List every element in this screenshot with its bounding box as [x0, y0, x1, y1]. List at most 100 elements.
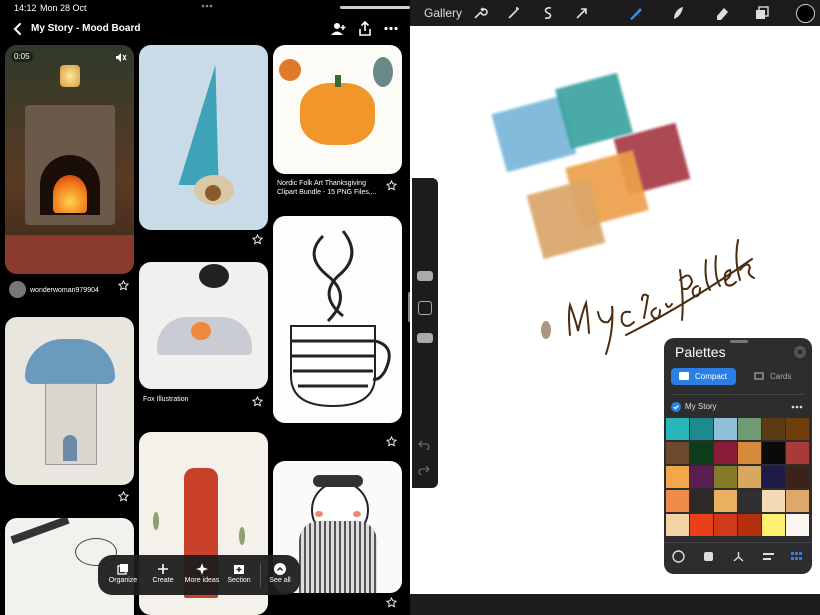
palette-options-icon[interactable]	[791, 405, 803, 409]
disc-mode-icon[interactable]	[672, 550, 685, 563]
swatch-grid	[666, 418, 810, 538]
pen-image	[10, 518, 70, 545]
color-swatch[interactable]	[738, 442, 761, 464]
cards-tab[interactable]: Cards	[740, 368, 805, 385]
palettes-title: Palettes	[675, 344, 726, 360]
fox-image	[191, 322, 211, 340]
back-arrow-icon[interactable]	[11, 22, 25, 36]
section-icon	[234, 565, 244, 574]
color-swatch[interactable]	[714, 442, 737, 464]
color-swatch[interactable]	[762, 490, 785, 512]
gallery-button[interactable]: Gallery	[424, 6, 462, 20]
color-swatch[interactable]	[786, 418, 809, 440]
wrench-icon[interactable]	[472, 5, 488, 21]
star-icon[interactable]	[118, 491, 129, 502]
color-swatch[interactable]	[690, 418, 713, 440]
compact-tab[interactable]: Compact	[671, 368, 736, 385]
pin-pumpkin[interactable]	[273, 45, 402, 174]
bottom-bar	[410, 594, 820, 615]
color-swatch[interactable]	[762, 466, 785, 488]
share-icon[interactable]	[358, 21, 372, 36]
color-swatch[interactable]	[762, 442, 785, 464]
color-swatch[interactable]	[666, 490, 689, 512]
color-swatch[interactable]	[738, 418, 761, 440]
star-icon[interactable]	[118, 280, 129, 291]
color-swatch[interactable]	[690, 490, 713, 512]
color-swatch[interactable]	[714, 466, 737, 488]
smudge-icon[interactable]	[670, 5, 686, 21]
color-swatch[interactable]	[786, 514, 809, 536]
brush-icon[interactable]	[628, 5, 644, 21]
color-swatch[interactable]	[786, 442, 809, 464]
star-icon[interactable]	[252, 234, 263, 245]
checkmark-icon[interactable]	[671, 402, 681, 412]
palettes-mode-icon[interactable]	[790, 550, 803, 563]
color-swatch[interactable]	[690, 442, 713, 464]
pin-fireplace-video[interactable]: 0:05	[5, 45, 134, 274]
status-date: Mon 28 Oct	[40, 3, 87, 13]
color-picker-button[interactable]	[796, 4, 815, 23]
layers-icon[interactable]	[754, 5, 770, 21]
side-toolbar	[412, 178, 438, 488]
panel-grabber[interactable]	[730, 340, 748, 343]
star-icon[interactable]	[386, 180, 397, 191]
mushroom-cap-image	[25, 339, 115, 384]
color-swatch[interactable]	[666, 418, 689, 440]
color-swatch[interactable]	[666, 442, 689, 464]
star-icon[interactable]	[252, 396, 263, 407]
redo-icon[interactable]	[418, 465, 430, 475]
sparkle-icon	[196, 563, 208, 575]
modify-button[interactable]	[418, 301, 432, 315]
color-swatch[interactable]	[786, 490, 809, 512]
more-ideas-button[interactable]: More ideas	[182, 563, 222, 584]
multitasking-dots-icon[interactable]	[201, 4, 213, 8]
color-swatch[interactable]	[666, 466, 689, 488]
section-button[interactable]: Section	[219, 563, 259, 584]
brush-size-slider[interactable]	[417, 271, 433, 281]
opacity-slider[interactable]	[417, 333, 433, 343]
palette-name[interactable]: My Story	[685, 402, 717, 411]
see-all-button[interactable]: See all	[260, 563, 300, 584]
pin-gnome-house[interactable]	[139, 45, 268, 230]
organize-button[interactable]: Organize	[103, 563, 143, 584]
color-swatch[interactable]	[738, 490, 761, 512]
color-swatch[interactable]	[690, 514, 713, 536]
value-mode-icon[interactable]	[762, 550, 775, 563]
close-icon[interactable]	[794, 346, 806, 358]
pin-fox-illustration[interactable]	[139, 262, 268, 389]
color-swatch[interactable]	[738, 514, 761, 536]
color-swatch[interactable]	[666, 514, 689, 536]
color-swatch[interactable]	[690, 466, 713, 488]
selection-icon[interactable]	[540, 5, 556, 21]
star-icon[interactable]	[386, 597, 397, 608]
color-swatch[interactable]	[714, 418, 737, 440]
classic-mode-icon[interactable]	[702, 550, 715, 563]
harmony-mode-icon[interactable]	[732, 550, 745, 563]
star-icon[interactable]	[386, 436, 397, 447]
mute-icon[interactable]	[115, 52, 127, 63]
magic-wand-icon[interactable]	[506, 5, 522, 21]
color-swatch[interactable]	[714, 490, 737, 512]
color-swatch[interactable]	[714, 514, 737, 536]
create-button[interactable]: Create	[143, 563, 183, 584]
color-swatch[interactable]	[786, 466, 809, 488]
eraser-icon[interactable]	[714, 5, 730, 21]
pin-caption[interactable]: Fox Illustration	[143, 395, 189, 404]
palettes-panel: Palettes Compact Cards My Story	[664, 338, 812, 574]
pin-author[interactable]: wonderwoman979904	[30, 286, 99, 295]
more-options-icon[interactable]	[384, 26, 398, 31]
avatar[interactable]	[9, 281, 26, 298]
fire-image	[53, 175, 87, 213]
pin-coffee-cup-sketch[interactable]	[273, 216, 402, 423]
pin-caption[interactable]: Nordic Folk Art Thanksgiving Clipart Bun…	[277, 179, 377, 197]
add-collaborator-icon[interactable]	[331, 22, 346, 36]
board-toolbar: Organize Create More ideas Section See a…	[98, 555, 300, 595]
color-swatch[interactable]	[762, 418, 785, 440]
transform-arrow-icon[interactable]	[574, 5, 590, 21]
color-swatch[interactable]	[738, 466, 761, 488]
cards-icon	[754, 372, 764, 380]
undo-icon[interactable]	[418, 440, 430, 450]
window-handle[interactable]	[340, 6, 410, 9]
pin-mushroom-house[interactable]	[5, 317, 134, 485]
color-swatch[interactable]	[762, 514, 785, 536]
